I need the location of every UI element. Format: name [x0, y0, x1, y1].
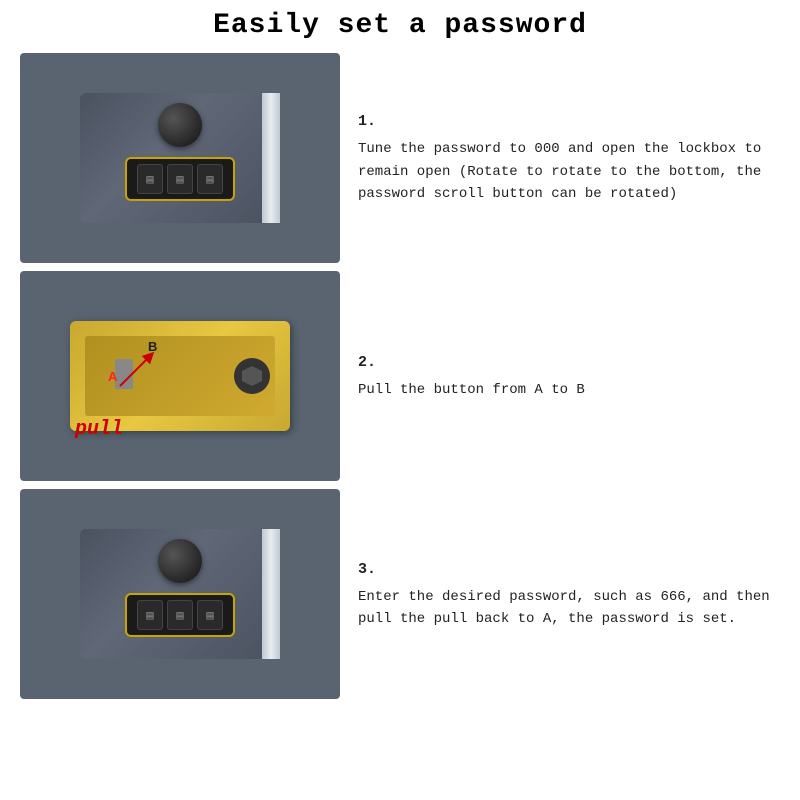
step-3-text: 3. Enter the desired password, such as 6…	[350, 554, 780, 635]
step-2-number: 2.	[358, 351, 772, 375]
dial-digit-3-1: ▤	[137, 600, 163, 630]
label-b: B	[148, 339, 157, 354]
step-1-text: 1. Tune the password to 000 and open the…	[350, 106, 780, 209]
lockbox-knob	[158, 103, 202, 147]
metal-strip-3	[262, 529, 280, 659]
step-3-number: 3.	[358, 558, 772, 582]
step-3-row: ▤ ▤ ▤ 3. Enter the desired password, suc…	[20, 489, 780, 699]
dial-digit-2: ▤	[167, 164, 193, 194]
step-1-image: ▤ ▤ ▤	[20, 53, 340, 263]
step-1-row: ▤ ▤ ▤ 1. Tune the password to 000 and op…	[20, 53, 780, 263]
step-1-number: 1.	[358, 110, 772, 134]
pull-button	[115, 359, 133, 389]
lockbox-step3: ▤ ▤ ▤	[80, 529, 280, 659]
step-2-row: A B pull 2.	[20, 271, 780, 481]
lockbox-knob-3	[158, 539, 202, 583]
steps-container: ▤ ▤ ▤ 1. Tune the password to 000 and op…	[20, 53, 780, 699]
metal-strip	[262, 93, 280, 223]
pull-label: pull	[75, 418, 123, 441]
mechanism-plate: A B	[70, 321, 290, 431]
step-3-image: ▤ ▤ ▤	[20, 489, 340, 699]
hex-socket	[234, 358, 270, 394]
dial-digit-3-2: ▤	[167, 600, 193, 630]
label-a: A	[108, 369, 117, 384]
dial-panel: ▤ ▤ ▤	[125, 157, 235, 201]
dial-panel-3: ▤ ▤ ▤	[125, 593, 235, 637]
dial-digit-3: ▤	[197, 164, 223, 194]
step-2-text: 2. Pull the button from A to B	[350, 347, 780, 405]
page-container: Easily set a password ▤ ▤ ▤ 1. Tune the …	[0, 0, 800, 800]
dial-digit-3-3: ▤	[197, 600, 223, 630]
lockbox-step1: ▤ ▤ ▤	[80, 93, 280, 223]
dial-digit-1: ▤	[137, 164, 163, 194]
step-2-image: A B pull	[20, 271, 340, 481]
mechanism-bg: A B pull	[50, 296, 310, 456]
hex-inner	[242, 366, 262, 386]
page-title: Easily set a password	[213, 10, 587, 41]
